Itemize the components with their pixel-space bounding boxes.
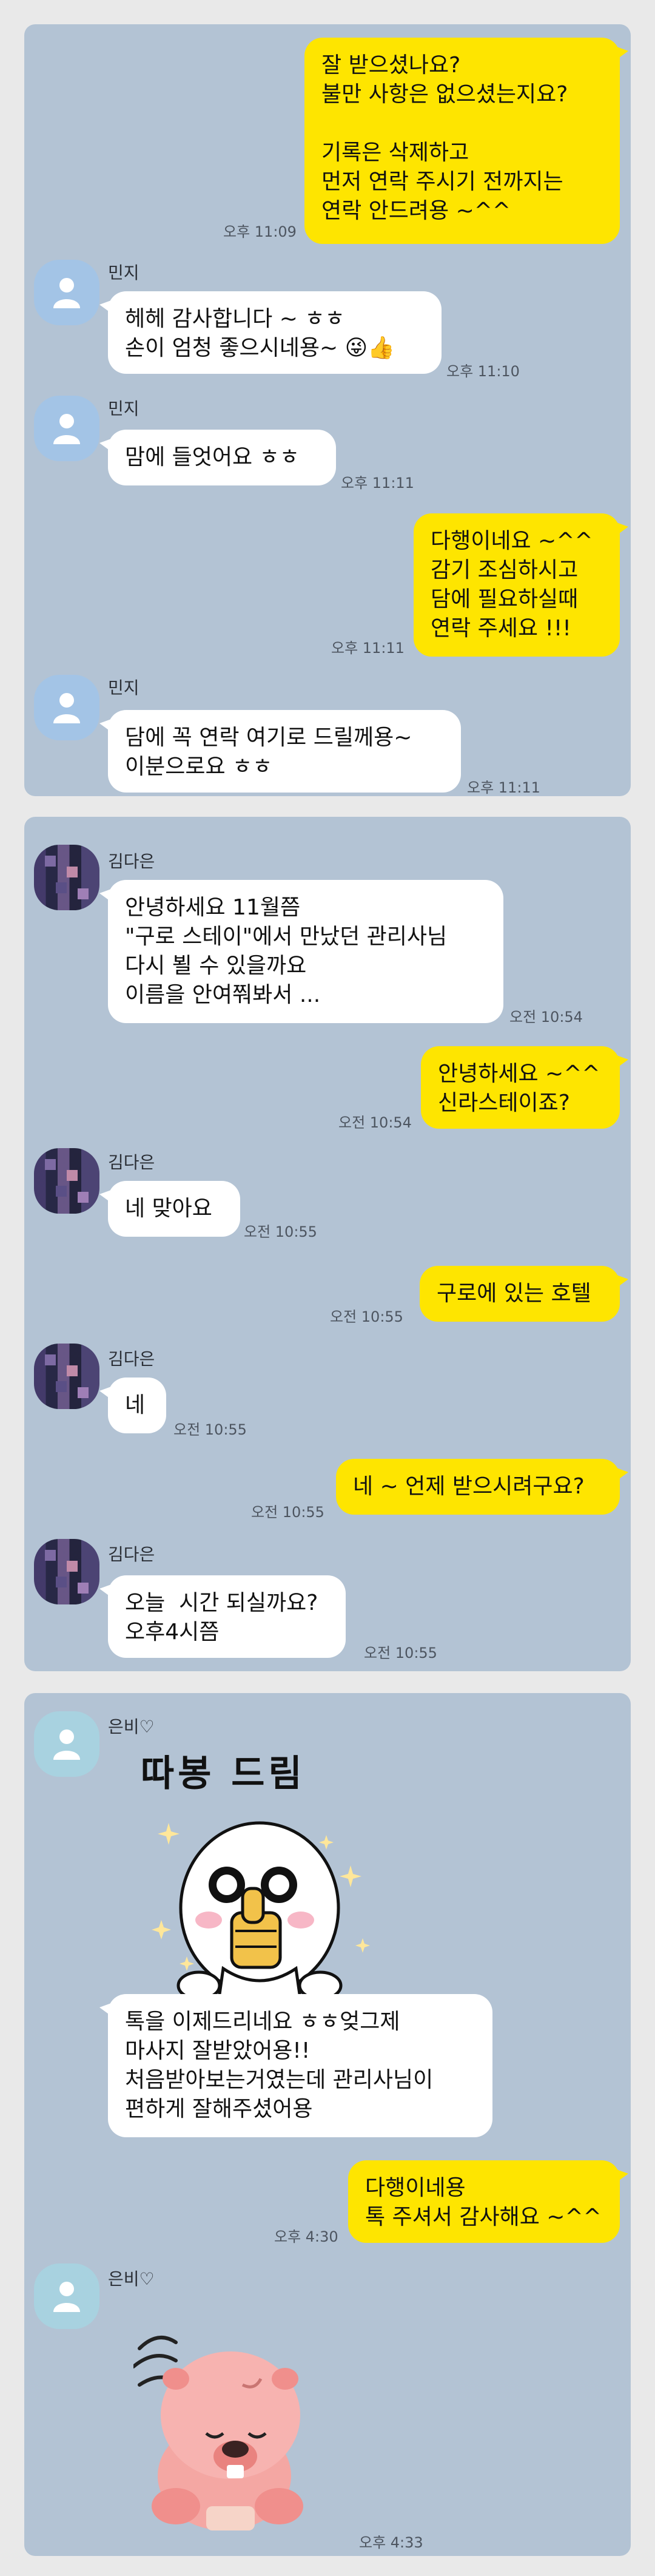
- message-time: 오후 11:11: [341, 475, 414, 492]
- message-time: 오전 10:55: [173, 1421, 247, 1438]
- sender-name: 김다은: [108, 1544, 155, 1564]
- message-bubble-mine[interactable]: 잘 받으셨나요? 불만 사항은 없으셨는지요? 기록은 삭제하고 먼저 연락 주…: [304, 38, 628, 244]
- person-icon: [53, 1729, 80, 1760]
- person-icon: [53, 278, 80, 308]
- sender-name: 민지: [108, 263, 139, 283]
- avatar[interactable]: [34, 2263, 99, 2329]
- sender-name: 김다은: [108, 851, 155, 871]
- message-time: 오전 10:55: [251, 1504, 324, 1521]
- avatar[interactable]: [34, 260, 99, 325]
- message-time: 오후 11:10: [446, 363, 520, 380]
- beaver-icon: [132, 2336, 303, 2530]
- sender-name: 민지: [108, 678, 139, 698]
- message-bubble-mine[interactable]: 다행이네용 톡 주셔서 감사해요 ~^^: [348, 2160, 628, 2243]
- chat-screenshot-2: 김다은 안녕하세요 11월쯤 "구로 스테이"에서 만났던 관리사님 다시 뵐 …: [24, 817, 631, 1671]
- avatar[interactable]: [34, 675, 99, 740]
- avatar[interactable]: [34, 1539, 99, 1604]
- message-bubble-theirs[interactable]: 헤헤 감사합니다 ~ ㅎㅎ 손이 엄청 좋으시네용~ 😜👍: [99, 291, 442, 374]
- message-bubble-theirs[interactable]: 맘에 들엇어요 ㅎㅎ: [99, 430, 336, 485]
- message-bubble-theirs[interactable]: 네 맞아요: [99, 1181, 240, 1237]
- chat-screenshot-1: 잘 받으셨나요? 불만 사항은 없으셨는지요? 기록은 삭제하고 먼저 연락 주…: [24, 24, 631, 796]
- avatar[interactable]: [34, 396, 99, 461]
- message-time: 오후 4:30: [274, 2228, 338, 2245]
- avatar[interactable]: [34, 1711, 99, 1777]
- message-bubble-theirs[interactable]: 안녕하세요 11월쯤 "구로 스테이"에서 만났던 관리사님 다시 뵐 수 있을…: [99, 880, 503, 1023]
- message-bubble-theirs[interactable]: 오늘 시간 되실까요? 오후4시쯤: [99, 1575, 346, 1658]
- message-time: 오전 10:54: [338, 1114, 412, 1131]
- message-time: 오전 10:55: [330, 1308, 403, 1325]
- message-bubble-theirs[interactable]: 담에 꼭 연락 여기로 드릴께용~ 이분으로요 ㅎㅎ: [99, 710, 461, 793]
- avatar[interactable]: [34, 845, 99, 910]
- person-icon: [53, 693, 80, 723]
- pink-beaver-sticker[interactable]: [132, 2324, 315, 2537]
- message-time: 오전 10:54: [509, 1009, 583, 1026]
- character-icon: [152, 1821, 370, 2013]
- message-time: 오전 10:55: [244, 1223, 317, 1240]
- message-time: 오전 10:55: [364, 1645, 437, 1662]
- message-bubble-theirs[interactable]: 톡을 이제드리네요 ㅎㅎ엊그제 마사지 잘받았어용!! 처음받아보는거였는데 관…: [99, 1994, 492, 2137]
- sender-name: 김다은: [108, 1349, 155, 1369]
- message-bubble-mine[interactable]: 안녕하세요 ~^^ 신라스테이죠?: [421, 1046, 628, 1129]
- message-time: 오후 4:33: [359, 2534, 423, 2551]
- chat-screenshot-3: 은비♡ 따봉 드림 톡을 이제드리네요 ㅎㅎ엊그제 마사지 잘받았어용!! 처음…: [24, 1693, 631, 2556]
- avatar[interactable]: [34, 1344, 99, 1409]
- thumbs-up-sticker[interactable]: 따봉 드림: [108, 1744, 399, 2023]
- message-time: 오후 11:09: [223, 223, 297, 240]
- message-time: 오후 11:11: [331, 640, 405, 657]
- sender-name: 은비♡: [108, 1717, 155, 1737]
- sender-name: 김다은: [108, 1152, 155, 1172]
- avatar[interactable]: [34, 1148, 99, 1214]
- sender-name: 은비♡: [108, 2269, 155, 2289]
- message-bubble-mine[interactable]: 네 ~ 언제 받으시려구요?: [336, 1459, 628, 1515]
- person-icon: [53, 414, 80, 444]
- sender-name: 민지: [108, 399, 139, 419]
- person-icon: [53, 2282, 80, 2312]
- message-bubble-mine[interactable]: 다행이네요 ~^^ 감기 조심하시고 담에 필요하실때 연락 주세요 !!!: [414, 513, 628, 657]
- message-bubble-mine[interactable]: 구로에 있는 호텔: [420, 1266, 628, 1322]
- message-time: 오후 11:11: [467, 779, 540, 796]
- message-bubble-theirs[interactable]: 네: [99, 1378, 166, 1433]
